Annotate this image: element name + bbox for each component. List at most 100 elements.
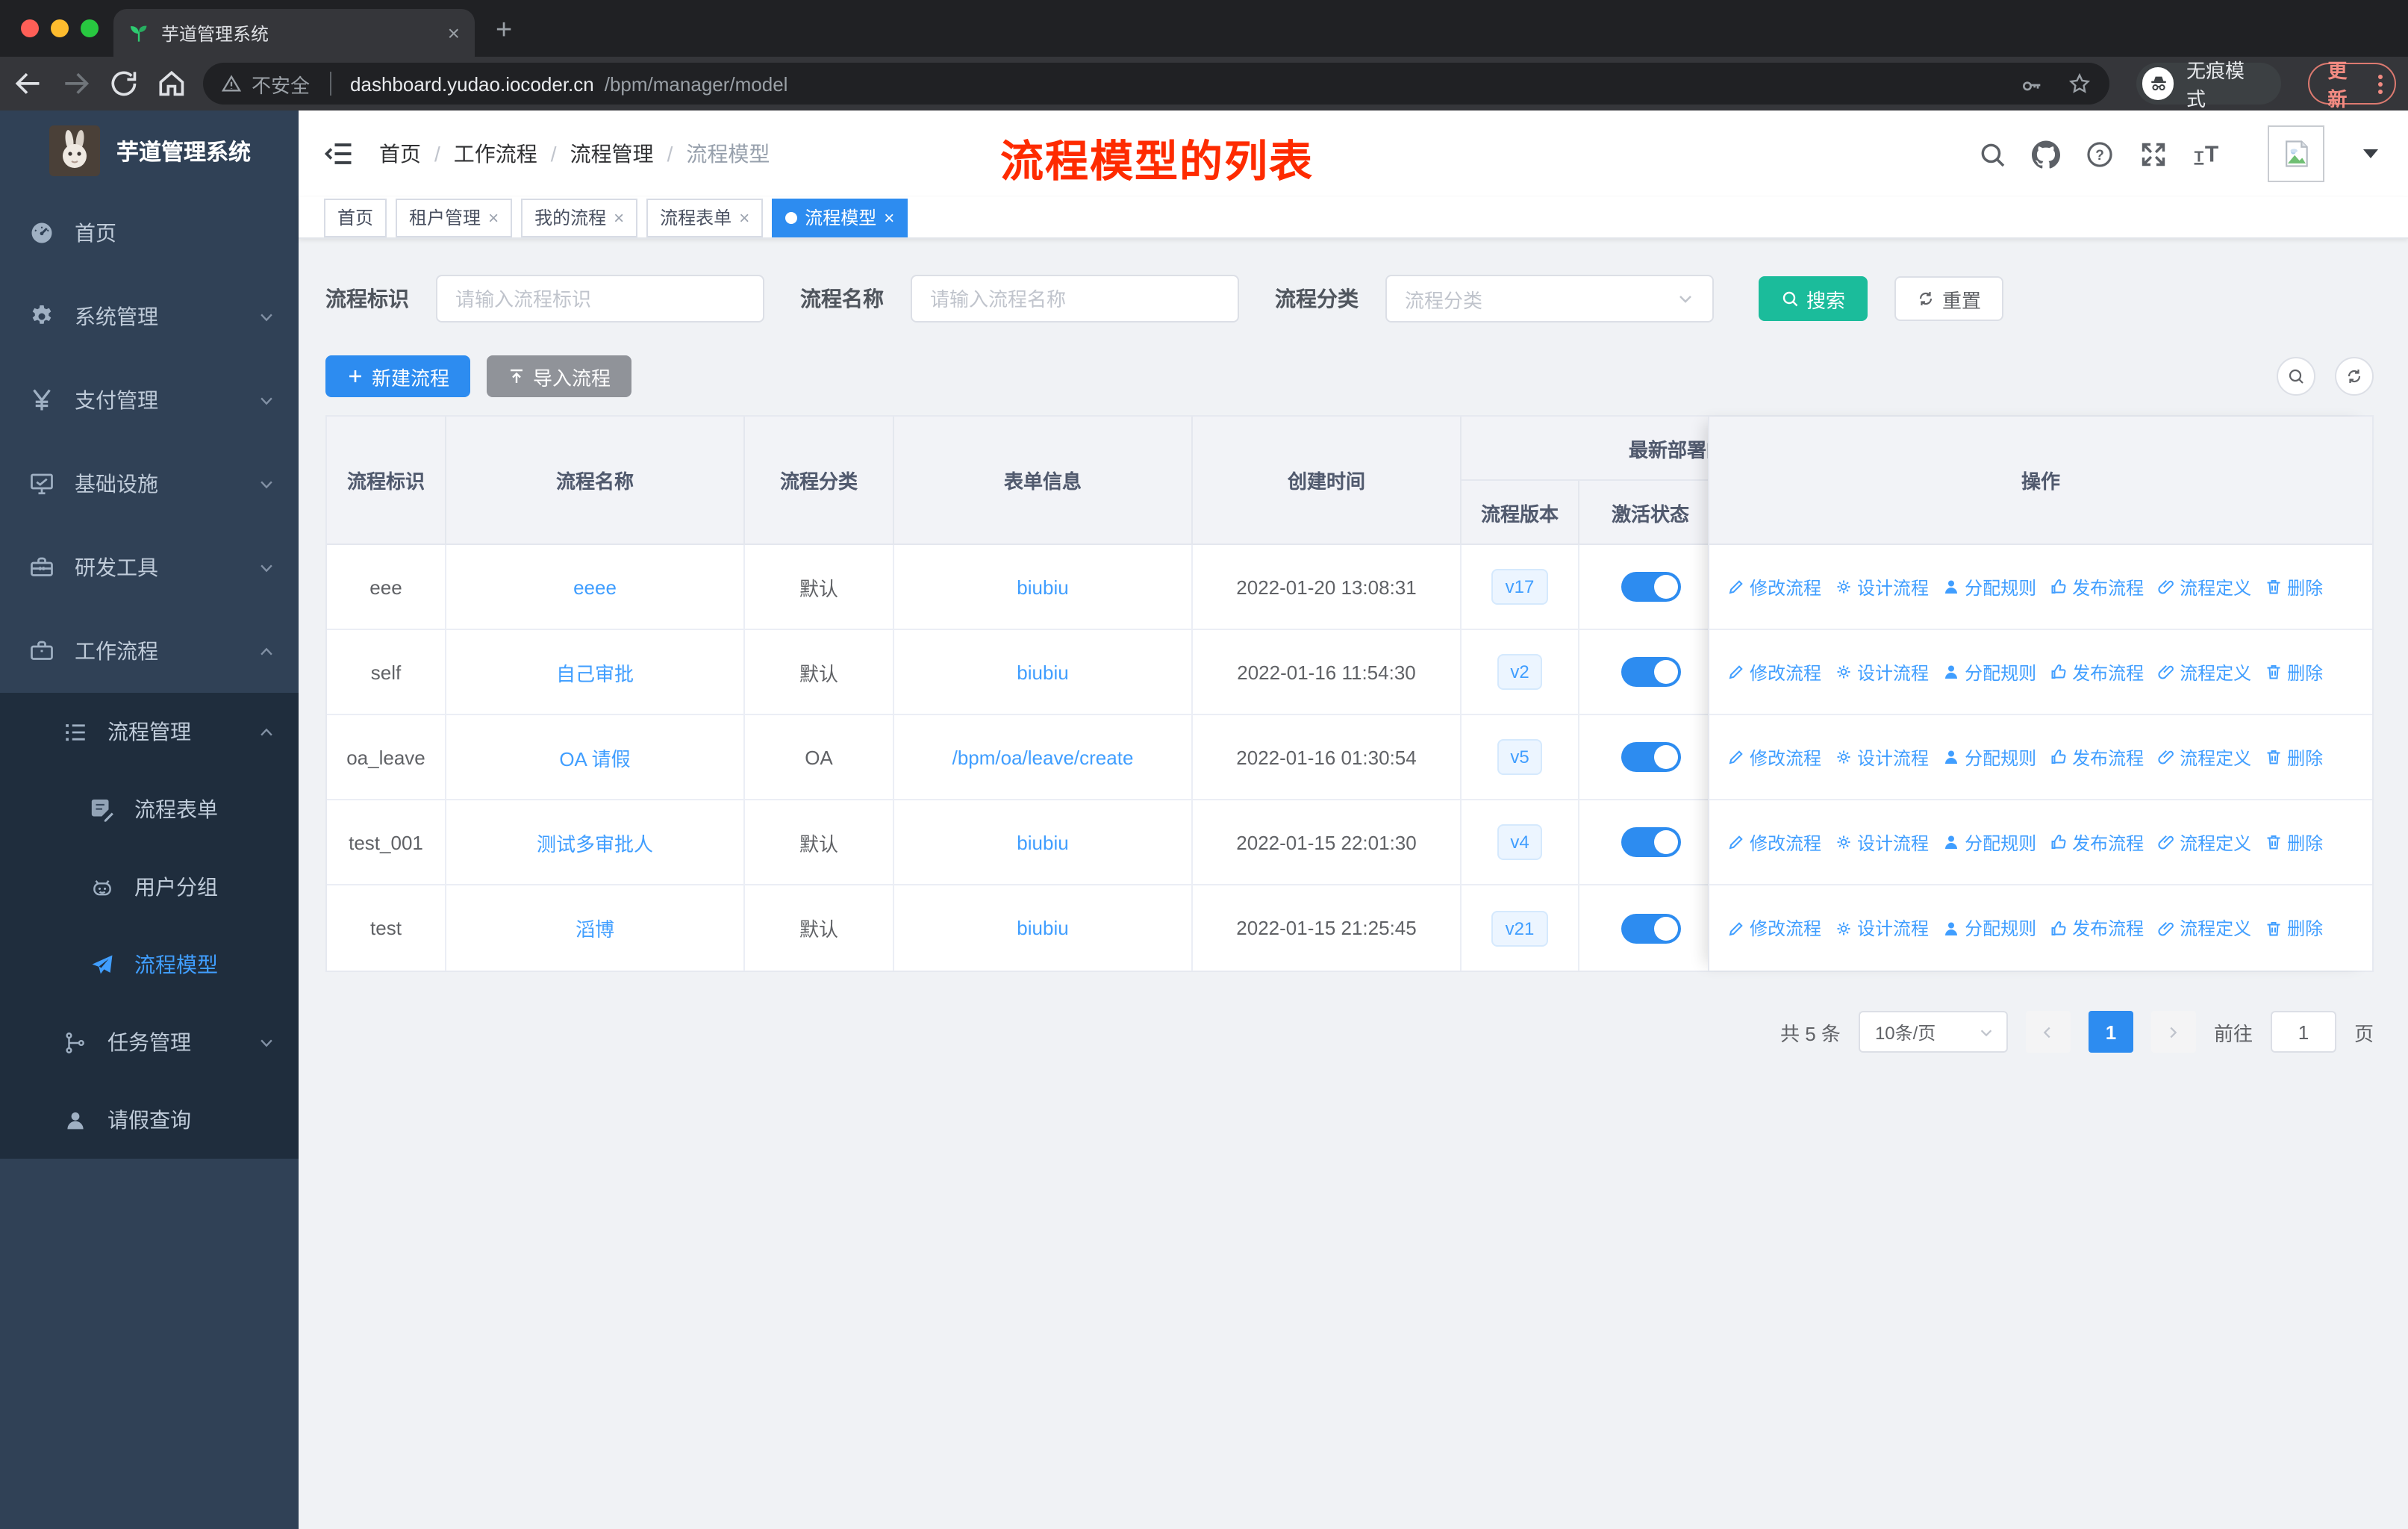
process-name-link[interactable]: eeee — [573, 576, 617, 598]
definition-action-link[interactable]: 流程定义 — [2157, 744, 2251, 770]
form-info-link[interactable]: biubiu — [1017, 917, 1068, 939]
collapse-sidebar-icon[interactable] — [322, 137, 355, 170]
definition-action-link[interactable]: 流程定义 — [2157, 574, 2251, 600]
window-controls[interactable] — [21, 19, 99, 37]
close-tag-icon[interactable]: × — [739, 207, 749, 228]
assign-action-link[interactable]: 分配规则 — [1942, 659, 2036, 685]
import-process-button[interactable]: 导入流程 — [487, 355, 632, 397]
edit-action-link[interactable]: 修改流程 — [1727, 744, 1821, 770]
close-tag-icon[interactable]: × — [488, 207, 499, 228]
delete-action-link[interactable]: 删除 — [2265, 744, 2323, 770]
assign-action-link[interactable]: 分配规则 — [1942, 574, 2036, 600]
breadcrumb-item[interactable]: 首页 — [379, 139, 421, 169]
edit-action-link[interactable]: 修改流程 — [1727, 574, 1821, 600]
definition-action-link[interactable]: 流程定义 — [2157, 915, 2251, 941]
page-size-select[interactable]: 10条/页 — [1858, 1011, 2008, 1053]
close-window-button[interactable] — [21, 19, 39, 37]
tag-tenant[interactable]: 租户管理 × — [396, 198, 513, 237]
active-toggle[interactable] — [1621, 742, 1680, 772]
tag-home[interactable]: 首页 — [324, 198, 387, 237]
assign-action-link[interactable]: 分配规则 — [1942, 915, 2036, 941]
page-number-1[interactable]: 1 — [2088, 1011, 2133, 1053]
close-tag-icon[interactable]: × — [884, 207, 894, 228]
reload-icon[interactable] — [107, 67, 140, 100]
edit-action-link[interactable]: 修改流程 — [1727, 659, 1821, 685]
edit-action-link[interactable]: 修改流程 — [1727, 829, 1821, 855]
app-logo[interactable]: 芋道管理系统 — [0, 110, 299, 191]
delete-action-link[interactable]: 删除 — [2265, 829, 2323, 855]
publish-action-link[interactable]: 发布流程 — [2050, 829, 2144, 855]
design-action-link[interactable]: 设计流程 — [1835, 574, 1929, 600]
sidebar-item-devtools[interactable]: 研发工具 — [0, 526, 299, 609]
prev-page-button[interactable] — [2025, 1011, 2071, 1053]
publish-action-link[interactable]: 发布流程 — [2050, 659, 2144, 685]
sidebar-item-home[interactable]: 首页 — [0, 191, 299, 275]
refresh-table-button[interactable] — [2335, 357, 2374, 396]
delete-action-link[interactable]: 删除 — [2265, 659, 2323, 685]
definition-action-link[interactable]: 流程定义 — [2157, 659, 2251, 685]
design-action-link[interactable]: 设计流程 — [1835, 744, 1929, 770]
search-button[interactable]: 搜索 — [1759, 276, 1868, 321]
sidebar-item-system[interactable]: 系统管理 — [0, 275, 299, 358]
close-tab-icon[interactable]: × — [448, 21, 460, 45]
filter-id-input[interactable] — [436, 275, 764, 323]
process-name-link[interactable]: 测试多审批人 — [537, 828, 653, 856]
reset-button[interactable]: 重置 — [1894, 276, 2004, 321]
design-action-link[interactable]: 设计流程 — [1835, 659, 1929, 685]
sidebar-item-user-group[interactable]: 用户分组 — [0, 848, 299, 926]
caret-down-icon[interactable] — [2363, 149, 2378, 158]
breadcrumb-item[interactable]: 工作流程 — [454, 139, 537, 169]
font-size-icon[interactable]: TT — [2193, 140, 2221, 168]
active-toggle[interactable] — [1621, 913, 1680, 943]
key-icon[interactable] — [2019, 72, 2043, 96]
minimize-window-button[interactable] — [51, 19, 69, 37]
sidebar-item-process-model[interactable]: 流程模型 — [0, 926, 299, 1003]
help-icon[interactable]: ? — [2086, 140, 2114, 168]
tag-my-process[interactable]: 我的流程 × — [521, 198, 638, 237]
sidebar-item-process-manage[interactable]: 流程管理 — [0, 693, 299, 770]
form-info-link[interactable]: biubiu — [1017, 576, 1068, 598]
tag-process-model[interactable]: 流程模型 × — [772, 198, 908, 237]
breadcrumb-item[interactable]: 流程管理 — [570, 139, 654, 169]
active-toggle[interactable] — [1621, 572, 1680, 602]
process-name-link[interactable]: 滔博 — [576, 914, 614, 942]
sidebar-item-leave-query[interactable]: 请假查询 — [0, 1081, 299, 1159]
fullscreen-icon[interactable] — [2139, 140, 2168, 168]
home-icon[interactable] — [155, 67, 187, 100]
toggle-search-button[interactable] — [2277, 357, 2315, 396]
design-action-link[interactable]: 设计流程 — [1835, 829, 1929, 855]
edit-action-link[interactable]: 修改流程 — [1727, 915, 1821, 941]
filter-category-select[interactable]: 流程分类 — [1385, 275, 1714, 323]
active-toggle[interactable] — [1621, 657, 1680, 687]
github-icon[interactable] — [2032, 140, 2060, 168]
delete-action-link[interactable]: 删除 — [2265, 915, 2323, 941]
create-process-button[interactable]: 新建流程 — [325, 355, 471, 397]
publish-action-link[interactable]: 发布流程 — [2050, 744, 2144, 770]
publish-action-link[interactable]: 发布流程 — [2050, 574, 2144, 600]
delete-action-link[interactable]: 删除 — [2265, 574, 2323, 600]
more-vert-icon[interactable] — [2377, 74, 2383, 93]
process-name-link[interactable]: OA 请假 — [559, 743, 630, 771]
browser-tab[interactable]: 芋道管理系统 × — [113, 9, 475, 57]
sidebar-item-task-manage[interactable]: 任务管理 — [0, 1003, 299, 1081]
assign-action-link[interactable]: 分配规则 — [1942, 829, 2036, 855]
search-icon[interactable] — [1978, 140, 2006, 168]
forward-icon[interactable] — [60, 67, 93, 100]
form-info-link[interactable]: /bpm/oa/leave/create — [952, 746, 1134, 768]
new-tab-button[interactable]: + — [496, 15, 512, 48]
url-bar[interactable]: 不安全 dashboard.yudao.iocoder.cn/bpm/manag… — [202, 63, 2109, 105]
publish-action-link[interactable]: 发布流程 — [2050, 915, 2144, 941]
filter-name-input[interactable] — [911, 275, 1239, 323]
avatar[interactable] — [2268, 125, 2324, 182]
design-action-link[interactable]: 设计流程 — [1835, 915, 1929, 941]
assign-action-link[interactable]: 分配规则 — [1942, 744, 2036, 770]
form-info-link[interactable]: biubiu — [1017, 661, 1068, 683]
sidebar-item-infra[interactable]: 基础设施 — [0, 442, 299, 526]
back-icon[interactable] — [12, 67, 45, 100]
sidebar-item-process-form[interactable]: 流程表单 — [0, 770, 299, 848]
sidebar-item-payment[interactable]: 支付管理 — [0, 358, 299, 442]
active-toggle[interactable] — [1621, 827, 1680, 857]
update-button[interactable]: 更新 — [2308, 60, 2396, 110]
star-icon[interactable] — [2067, 72, 2091, 96]
process-name-link[interactable]: 自己审批 — [556, 658, 634, 686]
